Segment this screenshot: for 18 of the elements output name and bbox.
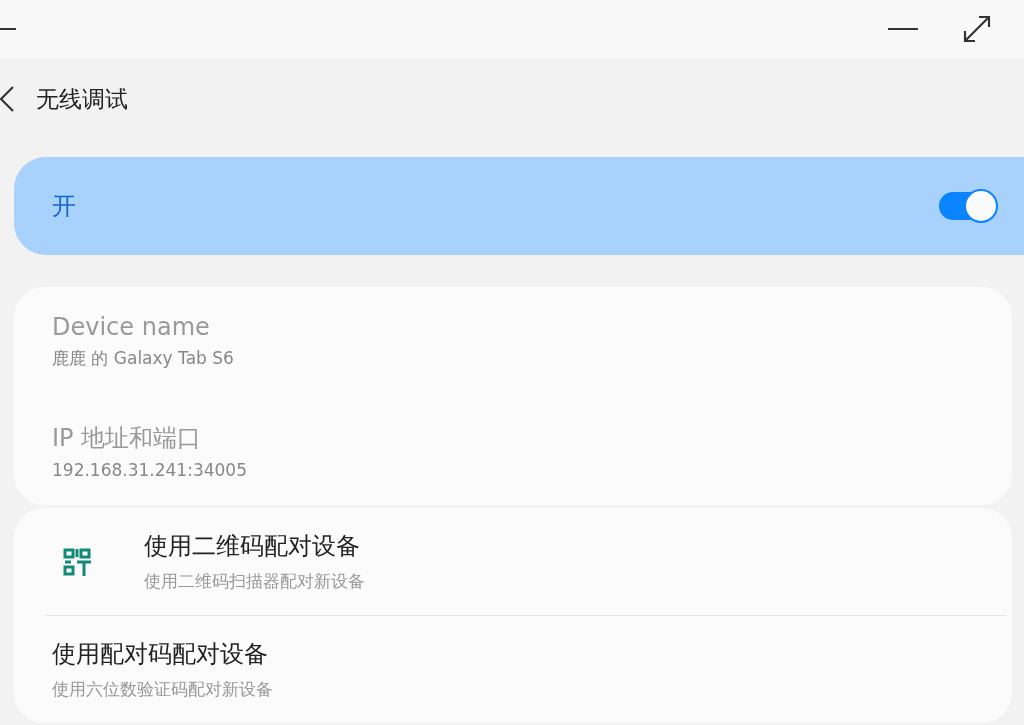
toggle-switch[interactable] bbox=[939, 192, 995, 220]
option-title: 使用配对码配对设备 bbox=[52, 639, 269, 670]
switch-label: 开 bbox=[52, 191, 77, 222]
option-title: 使用二维码配对设备 bbox=[144, 531, 361, 562]
setting-title: IP 地址和端口 bbox=[52, 422, 203, 454]
minimize-icon[interactable] bbox=[888, 27, 918, 31]
page-title: 无线调试 bbox=[36, 84, 128, 114]
back-icon[interactable] bbox=[0, 85, 14, 113]
pairing-option[interactable]: 使用配对码配对设备 使用六位数验证码配对新设备 bbox=[45, 615, 1006, 723]
setting-value: 192.168.31.241:34005 bbox=[52, 459, 248, 480]
pairing-option[interactable]: 使用二维码配对设备 使用二维码扫描器配对新设备 bbox=[45, 508, 1006, 615]
option-subtitle: 使用二维码扫描器配对新设备 bbox=[144, 570, 365, 593]
option-subtitle: 使用六位数验证码配对新设备 bbox=[52, 678, 273, 701]
setting-title: Device name bbox=[52, 313, 211, 341]
expand-icon[interactable] bbox=[962, 14, 992, 44]
qr-code-icon bbox=[63, 547, 91, 576]
minus-icon[interactable] bbox=[0, 27, 16, 31]
setting-value: 鹿鹿 的 Galaxy Tab S6 bbox=[52, 347, 235, 370]
